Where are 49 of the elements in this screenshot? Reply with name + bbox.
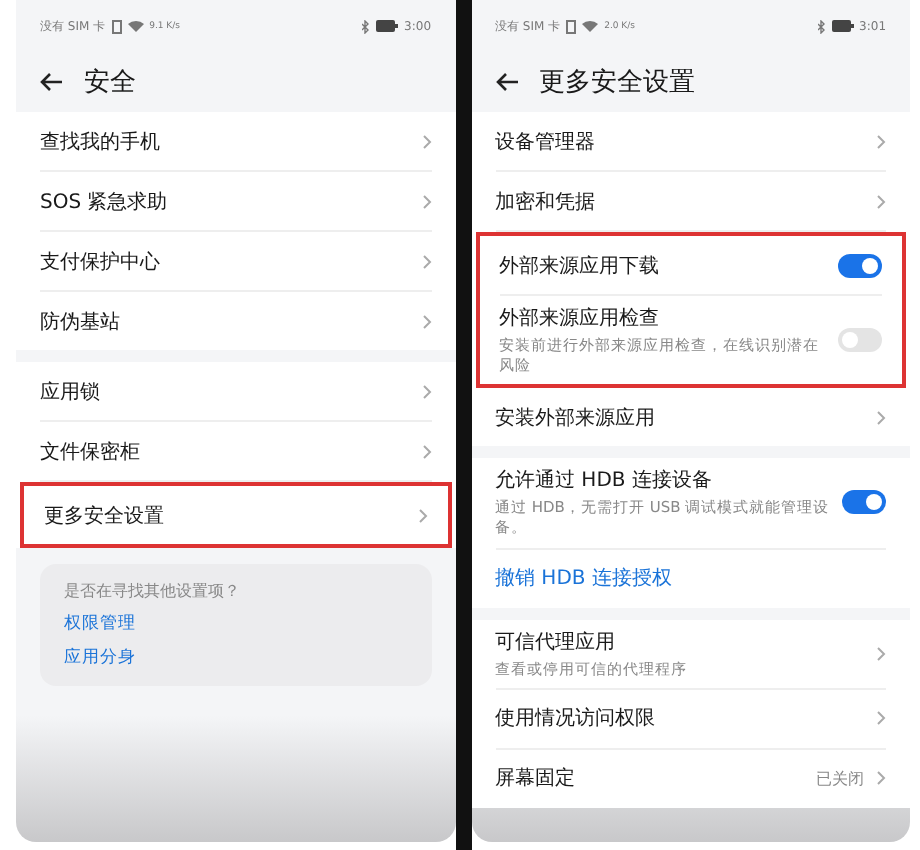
setting-label: 文件保密柜 xyxy=(40,439,142,465)
bluetooth-icon xyxy=(817,19,826,33)
chevron-right-icon[interactable] xyxy=(876,409,887,426)
battery-icon xyxy=(376,20,399,32)
setting-label: SOS 紧急求助 xyxy=(40,189,170,215)
back-arrow-icon[interactable] xyxy=(40,72,64,92)
chevron-right-icon[interactable] xyxy=(421,193,432,209)
toggle-switch[interactable] xyxy=(838,328,883,353)
setting-value: 已关闭 xyxy=(816,767,865,790)
setting-label: 设备管理器 xyxy=(495,129,597,155)
chevron-right-icon[interactable] xyxy=(421,133,432,149)
chevron-right-icon[interactable] xyxy=(421,313,432,329)
toggle-switch[interactable] xyxy=(842,490,887,515)
chevron-right-icon[interactable] xyxy=(421,443,432,459)
setting-label: 外部来源应用检查 xyxy=(499,305,661,332)
chevron-right-icon[interactable] xyxy=(876,710,887,727)
setting-label: 应用锁 xyxy=(40,379,102,405)
chevron-right-icon[interactable] xyxy=(421,253,432,269)
chevron-right-icon[interactable] xyxy=(417,507,428,523)
wifi-icon xyxy=(582,20,599,32)
suggestion-link[interactable]: 应用分身 xyxy=(64,646,408,670)
battery-icon xyxy=(831,20,854,32)
setting-label: 防伪基站 xyxy=(40,309,122,335)
sim-icon xyxy=(566,19,577,33)
chevron-right-icon[interactable] xyxy=(421,383,432,399)
toggle-switch[interactable] xyxy=(838,253,883,277)
chevron-right-icon[interactable] xyxy=(876,770,887,787)
page-title: 更多安全设置 xyxy=(539,66,695,100)
chevron-right-icon[interactable] xyxy=(876,645,887,662)
back-arrow-icon[interactable] xyxy=(495,72,519,92)
setting-label: 安装外部来源应用 xyxy=(495,405,657,432)
setting-label: 使用情况访问权限 xyxy=(495,705,657,733)
suggestion-question: 是否在寻找其他设置项？ xyxy=(64,580,242,602)
bluetooth-icon xyxy=(362,19,371,33)
setting-label: 加密和凭据 xyxy=(495,189,597,215)
page-title: 安全 xyxy=(84,66,136,100)
sim-icon xyxy=(111,19,122,33)
chevron-right-icon[interactable] xyxy=(876,193,887,209)
suggestion-link[interactable]: 权限管理 xyxy=(64,612,408,636)
setting-label: 允许通过 HDB 连接设备 xyxy=(495,467,714,495)
wifi-icon xyxy=(127,20,144,32)
setting-label: 外部来源应用下载 xyxy=(499,253,661,279)
setting-label: 更多安全设置 xyxy=(44,503,166,529)
setting-label: 屏幕固定 xyxy=(495,765,577,793)
action-link[interactable]: 撤销 HDB 连接授权 xyxy=(495,564,887,592)
setting-label: 查找我的手机 xyxy=(40,129,162,155)
chevron-right-icon[interactable] xyxy=(876,133,887,149)
setting-label: 支付保护中心 xyxy=(40,249,162,275)
setting-label: 可信代理应用 xyxy=(495,629,617,655)
